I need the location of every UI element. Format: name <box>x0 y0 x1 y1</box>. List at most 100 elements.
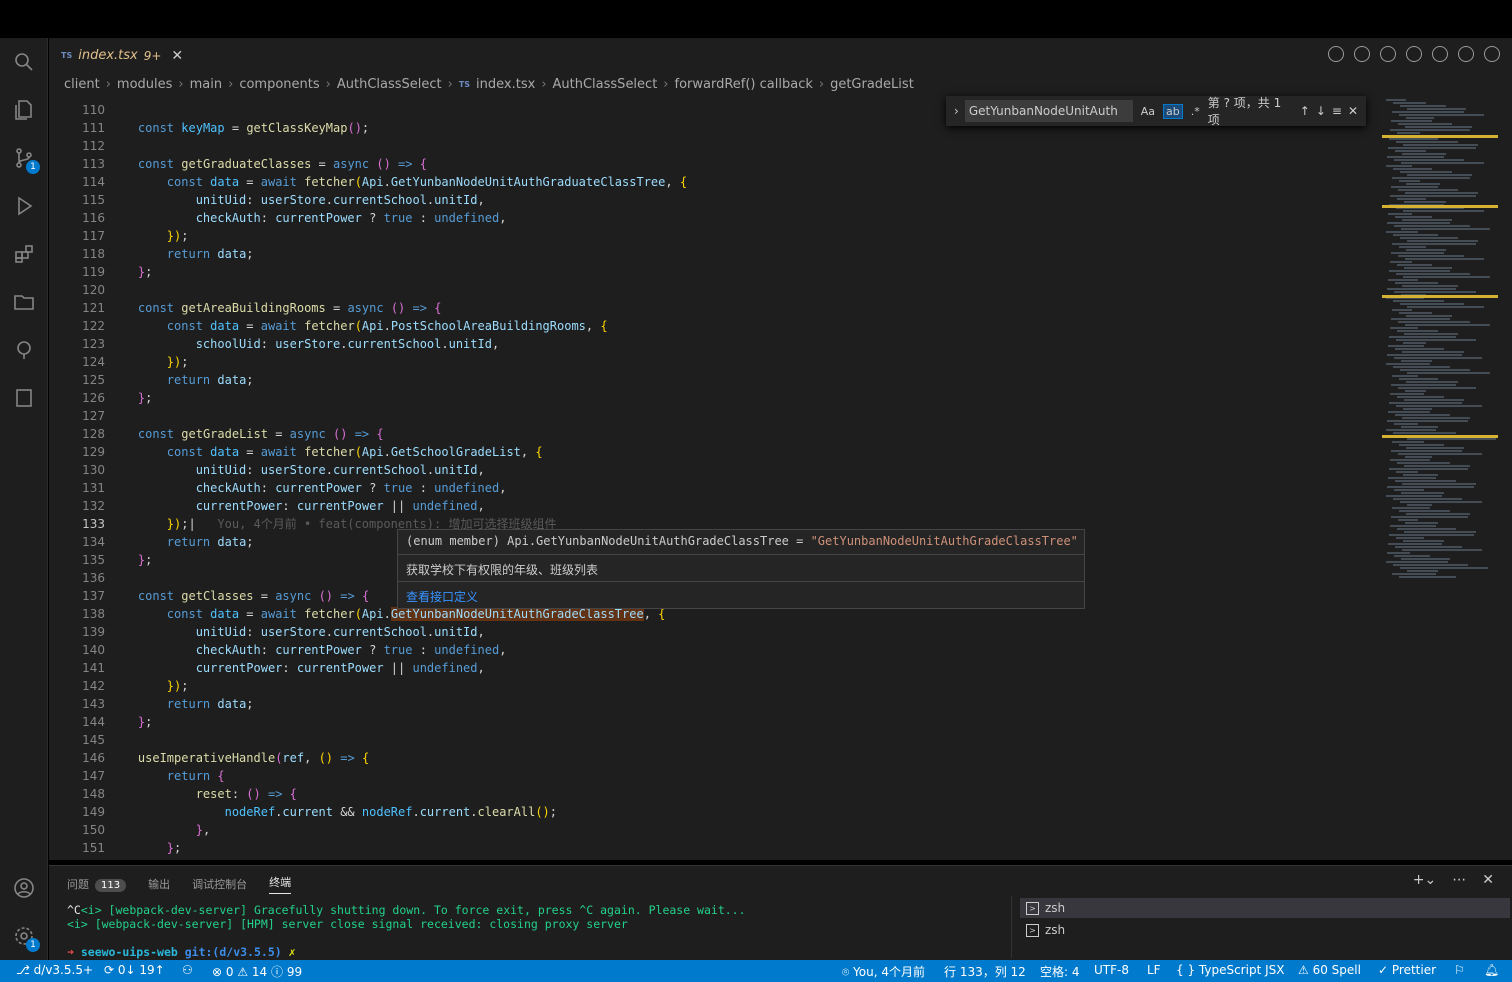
hover-doc: 获取学校下有权限的年级、班级列表 <box>406 563 599 577</box>
close-panel-icon[interactable]: ✕ <box>1482 872 1494 888</box>
split-editor-icon[interactable] <box>1458 46 1474 62</box>
breadcrumb-item[interactable]: index.tsx <box>476 77 535 92</box>
line-ending[interactable]: LF <box>1147 963 1161 977</box>
git-blame-indicator[interactable]: ⌾ You, 4个月前 <box>842 963 925 980</box>
minimap-line <box>1393 168 1432 170</box>
minimap-line <box>1388 477 1436 479</box>
minimap-line <box>1400 171 1452 173</box>
timeline-icon[interactable] <box>1328 46 1344 62</box>
search-icon[interactable] <box>8 46 40 78</box>
previous-match-icon[interactable]: ↑ <box>1300 104 1310 118</box>
minimap-line <box>1404 333 1458 335</box>
find-input-value: GetYunbanNodeUnitAuth <box>968 104 1118 118</box>
breadcrumb-item[interactable]: client <box>64 77 100 92</box>
panel-icon[interactable] <box>8 382 40 414</box>
breadcrumb-item[interactable]: modules <box>117 77 173 92</box>
hover-link[interactable]: 查看接口定义 <box>406 588 478 605</box>
breadcrumb-item[interactable]: components <box>239 77 319 92</box>
line-number: 148 <box>82 787 105 801</box>
breadcrumb-item[interactable]: AuthClassSelect <box>337 77 442 92</box>
tab-debug-console[interactable]: 调试控制台 <box>192 876 247 892</box>
terminal-item[interactable]: > zsh <box>1020 920 1510 940</box>
run-debug-icon[interactable] <box>8 190 40 222</box>
minimap-line <box>1389 402 1462 404</box>
extensions-icon[interactable] <box>8 238 40 270</box>
minimap[interactable] <box>1380 95 1512 860</box>
breadcrumb-item[interactable]: AuthClassSelect <box>553 77 658 92</box>
code-line: checkAuth: currentPower ? true : undefin… <box>195 481 507 495</box>
find-in-selection-icon[interactable]: ≡ <box>1332 104 1342 118</box>
next-match-icon[interactable]: ↓ <box>1316 104 1326 118</box>
branch-indicator[interactable]: ⎇ d/v3.5.5+ <box>16 963 93 977</box>
minimap-line <box>1407 240 1478 242</box>
feedback-icon[interactable]: ⚐ <box>1454 963 1465 977</box>
explorer-icon[interactable] <box>8 94 40 126</box>
breadcrumb-item[interactable]: getGradeList <box>830 77 914 92</box>
breadcrumb-item[interactable]: main <box>190 77 222 92</box>
terminal-item[interactable]: > zsh <box>1020 898 1510 918</box>
match-case-toggle[interactable]: Aa <box>1139 105 1157 118</box>
tab-output[interactable]: 输出 <box>148 876 170 892</box>
tab-close-icon[interactable]: ✕ <box>171 48 183 64</box>
find-input[interactable]: GetYunbanNodeUnitAuth <box>964 100 1133 122</box>
breadcrumb-item[interactable]: forwardRef() callback <box>675 77 813 92</box>
minimap-line <box>1403 474 1438 476</box>
editor-tab[interactable]: TS index.tsx 9+ ✕ <box>49 38 185 73</box>
folder-icon[interactable] <box>8 286 40 318</box>
new-terminal-icon[interactable]: +⌄ <box>1413 872 1436 888</box>
minimap-line <box>1393 366 1450 368</box>
minimap-line <box>1395 480 1456 482</box>
source-control-icon[interactable]: 1 <box>8 142 40 174</box>
account-icon[interactable] <box>8 872 40 904</box>
minimap-line <box>1405 390 1426 392</box>
toggle-replace-icon[interactable]: › <box>954 104 959 118</box>
problems-indicator[interactable]: ⊗ 0 ⚠ 14 ⓘ 99 <box>212 963 302 980</box>
more-icon[interactable]: ⋯ <box>1452 872 1466 888</box>
minimap-line <box>1391 252 1444 254</box>
revert-icon[interactable] <box>1354 46 1370 62</box>
close-find-icon[interactable]: ✕ <box>1348 104 1358 118</box>
code-line: currentPower: currentPower || undefined, <box>195 661 485 675</box>
minimap-line <box>1398 189 1458 191</box>
indentation[interactable]: 空格: 4 <box>1040 963 1080 980</box>
line-number: 144 <box>82 715 105 729</box>
minimap-line <box>1400 237 1458 239</box>
code-line: }; <box>137 715 153 729</box>
more-actions-icon[interactable] <box>1484 46 1500 62</box>
code-line: return data; <box>166 535 254 549</box>
minimap-line <box>1407 570 1438 572</box>
sync-indicator[interactable]: ⟳ 0↓ 19↑ <box>104 963 165 977</box>
minimap-line <box>1388 411 1430 413</box>
minimap-line <box>1399 378 1438 380</box>
remote-explorer-icon[interactable] <box>8 334 40 366</box>
line-number: 111 <box>82 121 105 135</box>
minimap-line <box>1386 363 1430 365</box>
line-number: 124 <box>82 355 105 369</box>
line-number: 141 <box>82 661 105 675</box>
cursor-position[interactable]: 行 133，列 12 <box>944 963 1026 980</box>
spell-indicator[interactable]: ⚠ 60 Spell <box>1298 963 1361 977</box>
code-line: const data = await fetcher(Api.PostSchoo… <box>166 319 608 333</box>
language-mode[interactable]: { } TypeScript JSX <box>1176 963 1284 977</box>
line-number: 137 <box>82 589 105 603</box>
code-editor[interactable]: 110 111 112 113 114 115 116 117 118 119 120 121 122 1… <box>49 95 1380 860</box>
tab-terminal[interactable]: 终端 <box>269 874 292 894</box>
next-change-icon[interactable] <box>1406 46 1422 62</box>
minimap-line <box>1386 99 1406 101</box>
open-changes-icon[interactable] <box>1432 46 1448 62</box>
tab-problems[interactable]: 问题 113 <box>67 876 127 892</box>
line-number: 138 <box>82 607 105 621</box>
prettier-indicator[interactable]: ✓ Prettier <box>1378 963 1436 977</box>
settings-gear-icon[interactable]: 1 <box>8 920 40 952</box>
code-line: unitUid: userStore.currentSchool.unitId, <box>195 463 485 477</box>
minimap-line <box>1400 303 1464 305</box>
notifications-bell-icon[interactable]: 🔔︎ <box>1484 963 1499 977</box>
minimap-line <box>1405 324 1490 326</box>
live-share-icon[interactable]: ⚇ <box>182 963 193 977</box>
encoding[interactable]: UTF-8 <box>1094 963 1129 977</box>
minimap-line <box>1399 510 1450 512</box>
whole-word-toggle[interactable]: ab <box>1163 103 1183 119</box>
regex-toggle[interactable]: .* <box>1189 105 1202 118</box>
prev-change-icon[interactable] <box>1380 46 1396 62</box>
terminal-prompt[interactable]: ➜ seewo-uips-web git:(d/v3.5.5) ✗ <box>67 945 296 959</box>
